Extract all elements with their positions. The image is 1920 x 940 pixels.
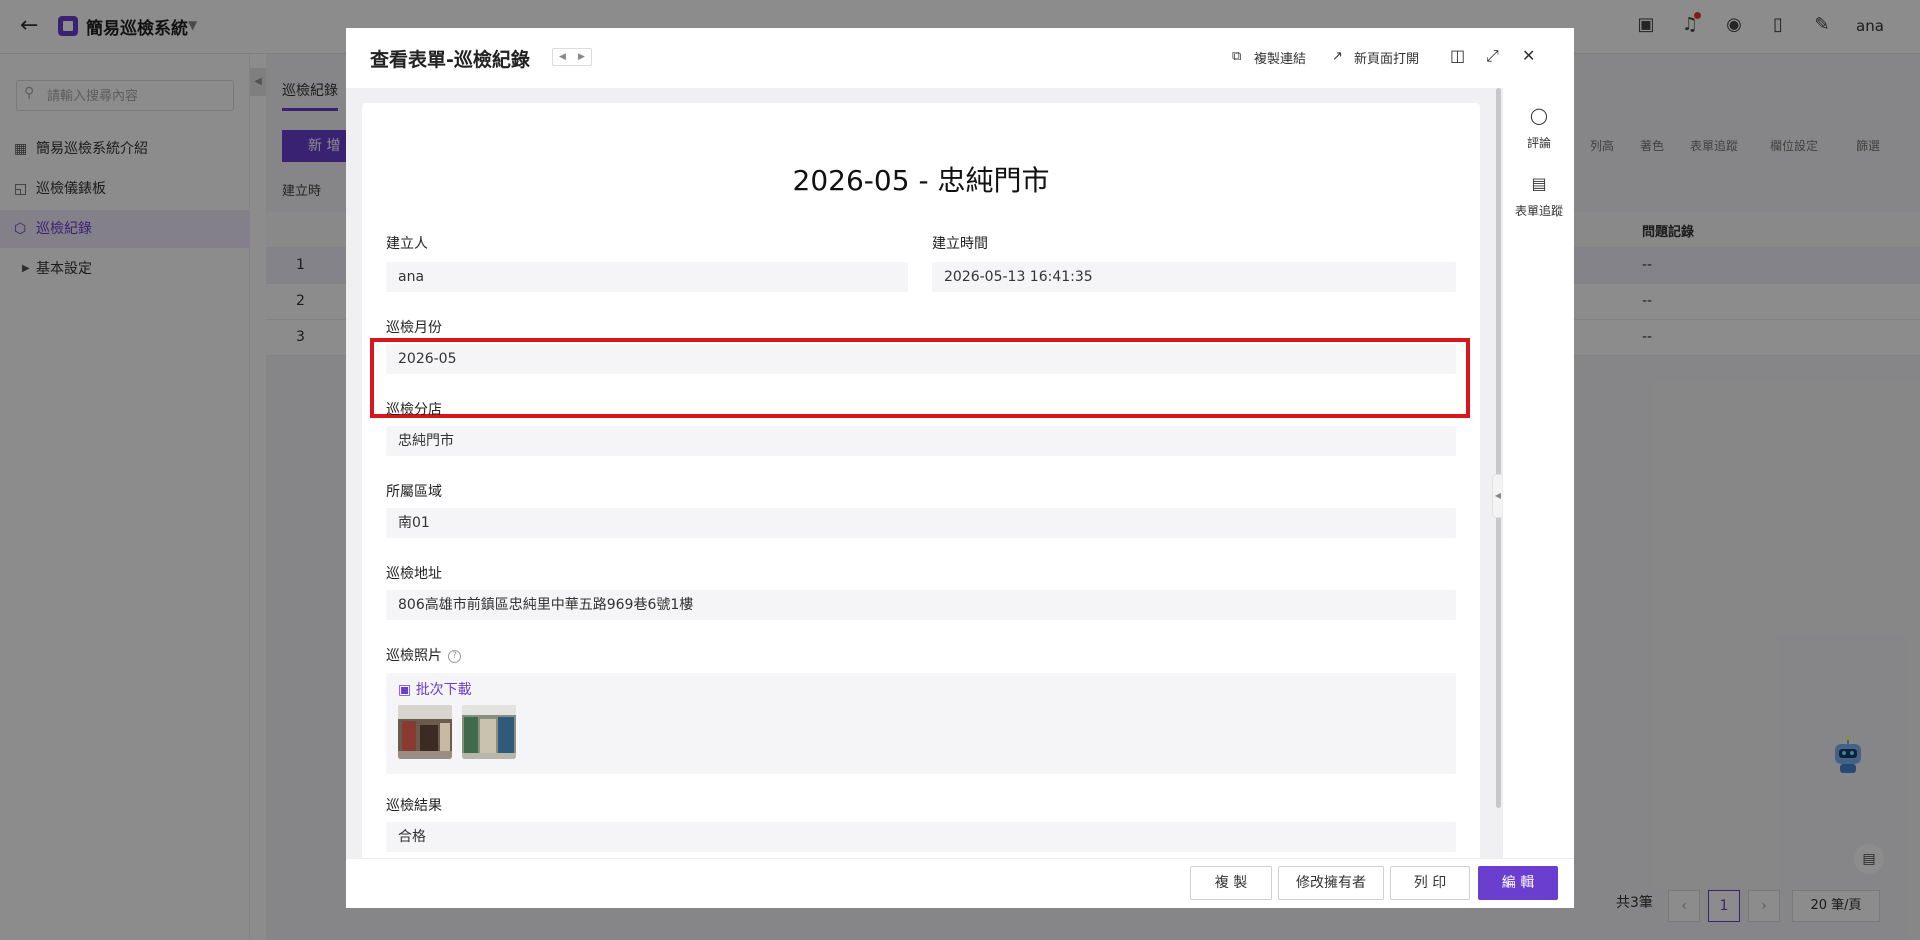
month-value: 2026-05	[386, 344, 1456, 374]
copy-button[interactable]: 複 製	[1190, 866, 1272, 900]
month-label: 巡檢月份	[386, 320, 442, 336]
change-owner-button[interactable]: 修改擁有者	[1278, 866, 1384, 900]
bulk-download-label: 批次下載	[415, 682, 472, 698]
photos-box: ▣ 批次下載	[386, 673, 1456, 774]
form-title: 2026-05 - 忠純門市	[792, 164, 1050, 197]
photos-label: 巡檢照片	[386, 648, 442, 664]
created-at-value: 2026-05-13 16:41:35	[932, 262, 1456, 292]
created-at-label: 建立時間	[932, 236, 988, 252]
fullscreen-icon[interactable]: ⤢	[1486, 46, 1499, 66]
photo-thumbnail[interactable]	[462, 705, 516, 759]
modal-header: 查看表單-巡檢紀錄 ◀ ▶ ⧉ 複製連結 ↗ 新頁面打開 ◫ ⤢ ✕	[346, 28, 1574, 88]
record-nav: ◀ ▶	[552, 48, 592, 66]
region-label: 所屬區域	[386, 484, 442, 500]
photos-label-wrap: 巡檢照片?	[386, 645, 461, 665]
comment-button[interactable]: 評論	[1503, 134, 1575, 151]
result-value: 合格	[386, 822, 1456, 852]
creator-value: ana	[386, 262, 908, 292]
branch-label: 巡檢分店	[386, 402, 442, 418]
modal-title: 查看表單-巡檢紀錄	[370, 49, 530, 71]
result-label: 巡檢結果	[386, 798, 442, 814]
image-icon: ▣	[398, 682, 416, 698]
modal-body[interactable]: 2026-05 - 忠純門市 建立人 ana 建立時間 2026-05-13 1…	[346, 88, 1502, 884]
bulk-download-button[interactable]: ▣ 批次下載	[398, 679, 472, 699]
side-panel: ◯ 評論 ▤ 表單追蹤	[1502, 88, 1574, 884]
scrollbar-thumb[interactable]	[1496, 88, 1501, 808]
prev-record-icon[interactable]: ◀	[553, 49, 572, 65]
copy-icon[interactable]: ⧉	[1232, 49, 1241, 64]
region-value: 南01	[386, 508, 1456, 538]
tracking-icon[interactable]: ▤	[1503, 174, 1575, 193]
help-icon[interactable]: ?	[448, 649, 461, 663]
creator-label: 建立人	[386, 236, 428, 252]
form-card: 2026-05 - 忠純門市 建立人 ana 建立時間 2026-05-13 1…	[362, 103, 1480, 884]
external-link-icon[interactable]: ↗	[1332, 49, 1343, 64]
side-panel-icon[interactable]: ◫	[1450, 46, 1465, 65]
close-icon[interactable]: ✕	[1522, 46, 1535, 65]
print-button[interactable]: 列 印	[1390, 866, 1470, 900]
tracking-button[interactable]: 表單追蹤	[1503, 202, 1575, 219]
view-form-modal: 查看表單-巡檢紀錄 ◀ ▶ ⧉ 複製連結 ↗ 新頁面打開 ◫ ⤢ ✕ 2026-0…	[346, 28, 1574, 908]
edit-button[interactable]: 編 輯	[1478, 866, 1558, 900]
open-new-page-button[interactable]: 新頁面打開	[1354, 48, 1419, 67]
copy-link-button[interactable]: 複製連結	[1254, 48, 1306, 67]
address-label: 巡檢地址	[386, 566, 442, 582]
address-value: 806高雄市前鎮區忠純里中華五路969巷6號1樓	[386, 590, 1456, 620]
next-record-icon[interactable]: ▶	[572, 49, 591, 65]
photo-thumbnail[interactable]	[398, 705, 452, 759]
branch-value: 忠純門市	[386, 426, 1456, 456]
comment-icon[interactable]: ◯	[1503, 106, 1575, 125]
